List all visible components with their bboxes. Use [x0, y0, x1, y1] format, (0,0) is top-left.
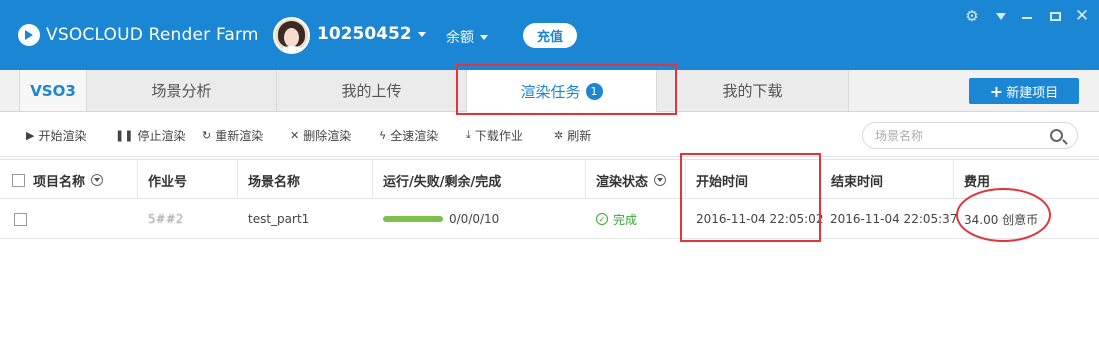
rerender-button[interactable]: ↻ 重新渲染 — [202, 126, 263, 144]
table-header: 项目名称 作业号 场景名称 运行/失败/剩余/完成 渲染状态 开始时间 结束时间… — [0, 159, 1099, 200]
sort-icon[interactable] — [91, 174, 104, 186]
tab-scene-analysis[interactable]: 场景分析 — [87, 70, 277, 111]
progress-bar — [383, 216, 443, 222]
user-id: 10250452 — [317, 24, 412, 44]
header-start-time[interactable]: 开始时间 — [685, 160, 820, 200]
vsocloud-logo-icon — [18, 24, 40, 46]
full-speed-render-button[interactable]: ϟ 全速渲染 — [379, 126, 438, 144]
brand-name: VSOCLOUD Render Farm — [46, 25, 259, 45]
header-scene-name[interactable]: 场景名称 — [237, 160, 372, 200]
start-render-label: 开始渲染 — [38, 128, 87, 143]
refresh-button[interactable]: ✲ 刷新 — [554, 126, 591, 144]
table-row[interactable]: 5##2 test_part1 0/0/0/10 ✓ 完成 2016-11-04… — [0, 199, 1099, 239]
search-icon[interactable] — [1050, 129, 1063, 142]
rerender-label: 重新渲染 — [215, 128, 264, 143]
header-end-time[interactable]: 结束时间 — [820, 160, 953, 200]
header-project-name[interactable]: 项目名称 — [0, 160, 137, 200]
download-job-button[interactable]: ⤓ 下载作业 — [466, 126, 523, 144]
stop-render-label: 停止渲染 — [137, 128, 186, 143]
close-icon[interactable]: ✕ — [1074, 6, 1090, 26]
balance-dropdown[interactable]: 余额 — [446, 27, 488, 47]
play-icon: ▶ — [26, 128, 35, 142]
tab-my-downloads[interactable]: 我的下载 — [657, 70, 849, 111]
header-cost[interactable]: 费用 — [953, 160, 1099, 200]
triangle-down-icon[interactable] — [994, 6, 1008, 26]
avatar[interactable] — [273, 17, 310, 54]
rerender-icon: ↻ — [202, 128, 212, 142]
chevron-down-icon — [480, 34, 488, 40]
header-job-no[interactable]: 作业号 — [137, 160, 237, 200]
progress-cell: 0/0/0/10 — [383, 199, 499, 239]
balance-label: 余额 — [446, 30, 474, 46]
plus-icon: + — [989, 81, 1004, 101]
tab-my-uploads[interactable]: 我的上传 — [277, 70, 467, 111]
user-id-dropdown[interactable]: 10250452 — [317, 24, 426, 44]
minimize-icon[interactable] — [1020, 6, 1034, 26]
header-render-status[interactable]: 渲染状态 — [585, 160, 685, 200]
task-count-badge: 1 — [585, 82, 603, 100]
delete-render-button[interactable]: ✕ 删除渲染 — [290, 126, 351, 144]
check-circle-icon: ✓ — [596, 213, 608, 225]
scene-search — [862, 122, 1078, 149]
row-checkbox[interactable] — [14, 212, 27, 226]
search-input[interactable] — [875, 127, 1045, 145]
download-icon: ⤓ — [466, 128, 471, 141]
maximize-icon[interactable] — [1047, 6, 1063, 26]
job-number: 5##2 — [148, 212, 184, 226]
recharge-button[interactable]: 充值 — [523, 23, 577, 48]
brand: VSOCLOUD Render Farm — [18, 22, 259, 48]
tab-render-tasks-label: 渲染任务 — [520, 82, 581, 101]
refresh-label: 刷新 — [567, 128, 592, 143]
delete-icon: ✕ — [290, 128, 300, 142]
chevron-down-icon — [417, 31, 426, 37]
select-all-checkbox[interactable] — [12, 173, 25, 187]
stop-render-button[interactable]: ❚❚ 停止渲染 — [115, 126, 185, 144]
toolbar: ▶ 开始渲染 ❚❚ 停止渲染 ↻ 重新渲染 ✕ 删除渲染 ϟ 全速渲染 ⤓ 下载… — [0, 113, 1099, 157]
download-job-label: 下载作业 — [474, 128, 523, 143]
cost: 34.00 创意币 — [964, 212, 1039, 227]
end-time: 2016-11-04 22:05:37 — [830, 212, 958, 226]
full-speed-render-label: 全速渲染 — [390, 128, 439, 143]
pause-icon: ❚❚ — [115, 128, 134, 142]
row-select[interactable] — [14, 199, 35, 239]
delete-render-label: 删除渲染 — [303, 128, 352, 143]
new-project-button[interactable]: + 新建项目 — [969, 78, 1079, 104]
render-status: ✓ 完成 — [596, 199, 637, 239]
header-progress[interactable]: 运行/失败/剩余/完成 — [372, 160, 585, 200]
sort-icon[interactable] — [654, 174, 667, 186]
refresh-icon: ✲ — [554, 128, 564, 142]
tab-bar: VSO3 场景分析 我的上传 渲染任务 1 我的下载 + 新建项目 — [0, 70, 1099, 112]
lightning-icon: ϟ — [379, 128, 387, 142]
new-project-label: 新建项目 — [1006, 85, 1059, 101]
tab-vso3[interactable]: VSO3 — [19, 70, 87, 111]
title-bar: VSOCLOUD Render Farm 10250452 余额 充值 ⚙ ✕ — [0, 0, 1099, 70]
start-render-button[interactable]: ▶ 开始渲染 — [26, 126, 86, 144]
gear-icon[interactable]: ⚙ — [963, 6, 981, 26]
tab-render-tasks[interactable]: 渲染任务 1 — [467, 70, 657, 112]
start-time: 2016-11-04 22:05:02 — [696, 212, 824, 226]
scene-name: test_part1 — [248, 212, 310, 226]
progress-counts: 0/0/0/10 — [449, 212, 500, 226]
